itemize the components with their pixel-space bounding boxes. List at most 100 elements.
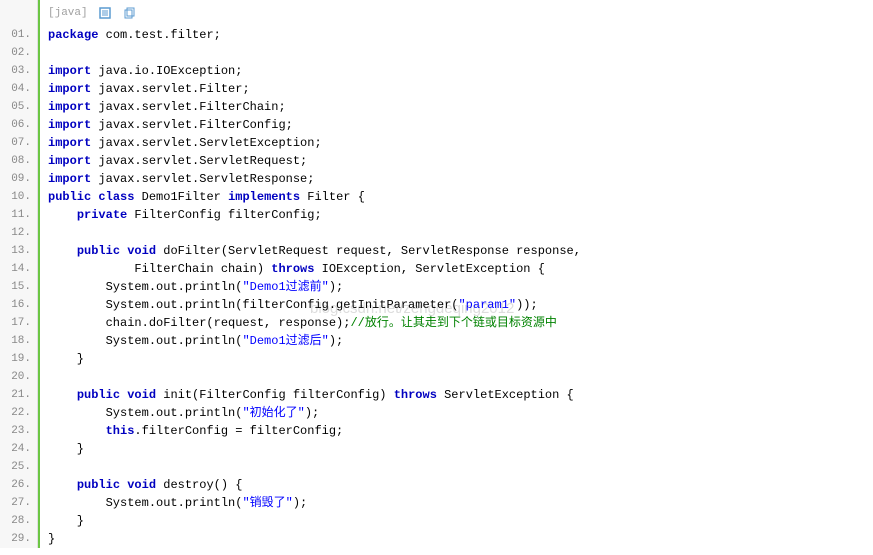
- keyword: void: [127, 244, 156, 258]
- code-text: Demo1Filter: [134, 190, 228, 204]
- code-text: }: [48, 352, 84, 366]
- code-line: FilterChain chain) throws IOException, S…: [48, 260, 873, 278]
- code-line: System.out.println("销毁了");: [48, 494, 873, 512]
- line-number: 10.: [0, 188, 37, 206]
- line-number: 16.: [0, 296, 37, 314]
- string-literal: "Demo1过滤前": [242, 280, 328, 294]
- code-text: destroy() {: [156, 478, 242, 492]
- code-text: ));: [516, 298, 538, 312]
- line-number: 23.: [0, 422, 37, 440]
- code-text: );: [305, 406, 319, 420]
- code-line: import javax.servlet.ServletRequest;: [48, 152, 873, 170]
- keyword: public: [48, 190, 91, 204]
- code-text: javax.servlet.FilterChain;: [91, 100, 285, 114]
- string-literal: "Demo1过滤后": [242, 334, 328, 348]
- code-line: }: [48, 440, 873, 458]
- keyword: class: [98, 190, 134, 204]
- code-line: public void init(FilterConfig filterConf…: [48, 386, 873, 404]
- code-text: java.io.IOException;: [91, 64, 242, 78]
- copy-icon[interactable]: [122, 6, 136, 20]
- code-line: System.out.println("初始化了");: [48, 404, 873, 422]
- keyword: void: [127, 478, 156, 492]
- line-number: 24.: [0, 440, 37, 458]
- line-number: 11.: [0, 206, 37, 224]
- line-number: 07.: [0, 134, 37, 152]
- line-number: 12.: [0, 224, 37, 242]
- line-number: 26.: [0, 476, 37, 494]
- code-line: }: [48, 350, 873, 368]
- keyword: public: [77, 244, 120, 258]
- code-text: [48, 424, 106, 438]
- code-text: System.out.println(: [48, 280, 242, 294]
- line-number: 01.: [0, 26, 37, 44]
- code-area: [java] blog.csdn.net/zengdeqing2012 pack…: [38, 0, 873, 548]
- code-text: [48, 388, 77, 402]
- code-line: this.filterConfig = filterConfig;: [48, 422, 873, 440]
- code-line: import java.io.IOException;: [48, 62, 873, 80]
- code-line: chain.doFilter(request, response);//放行。让…: [48, 314, 873, 332]
- code-text: .filterConfig = filterConfig;: [134, 424, 343, 438]
- code-text: [48, 244, 77, 258]
- comment: //放行。让其走到下个链或目标资源中: [350, 316, 556, 330]
- code-text: );: [293, 496, 307, 510]
- code-line: import javax.servlet.FilterChain;: [48, 98, 873, 116]
- line-number-gutter: 01. 02. 03. 04. 05. 06. 07. 08. 09. 10. …: [0, 0, 38, 548]
- line-number: 25.: [0, 458, 37, 476]
- keyword: import: [48, 100, 91, 114]
- code-text: FilterConfig filterConfig;: [127, 208, 321, 222]
- code-text: IOException, ServletException {: [314, 262, 544, 276]
- code-toolbar: [java]: [40, 0, 873, 26]
- line-number: 14.: [0, 260, 37, 278]
- code-text: doFilter(ServletRequest request, Servlet…: [156, 244, 581, 258]
- keyword: import: [48, 172, 91, 186]
- code-text: System.out.println(filterConfig.getInitP…: [48, 298, 458, 312]
- code-line: [48, 44, 873, 62]
- code-line: import javax.servlet.ServletException;: [48, 134, 873, 152]
- code-text: javax.servlet.ServletResponse;: [91, 172, 314, 186]
- code-text: Filter {: [300, 190, 365, 204]
- keyword: import: [48, 136, 91, 150]
- line-number: 20.: [0, 368, 37, 386]
- keyword: public: [77, 388, 120, 402]
- keyword: this: [106, 424, 135, 438]
- keyword: import: [48, 154, 91, 168]
- code-line: System.out.println("Demo1过滤前");: [48, 278, 873, 296]
- code-text: FilterChain chain): [48, 262, 271, 276]
- keyword: implements: [228, 190, 300, 204]
- code-text: javax.servlet.ServletException;: [91, 136, 321, 150]
- code-text: com.test.filter;: [98, 28, 220, 42]
- line-number: 28.: [0, 512, 37, 530]
- view-plain-icon[interactable]: [98, 6, 112, 20]
- line-number: 09.: [0, 170, 37, 188]
- string-literal: "param1": [458, 298, 516, 312]
- code-line: private FilterConfig filterConfig;: [48, 206, 873, 224]
- keyword: throws: [271, 262, 314, 276]
- code-text: init(FilterConfig filterConfig): [156, 388, 394, 402]
- line-number: 22.: [0, 404, 37, 422]
- line-number: 18.: [0, 332, 37, 350]
- line-number: 17.: [0, 314, 37, 332]
- keyword: public: [77, 478, 120, 492]
- line-number: 08.: [0, 152, 37, 170]
- code-text: ServletException {: [437, 388, 574, 402]
- code-line: [48, 224, 873, 242]
- line-number: 05.: [0, 98, 37, 116]
- keyword: throws: [394, 388, 437, 402]
- line-number: 29.: [0, 530, 37, 548]
- code-lines: package com.test.filter; import java.io.…: [40, 26, 873, 548]
- keyword: private: [77, 208, 127, 222]
- code-line: import javax.servlet.Filter;: [48, 80, 873, 98]
- line-number: 13.: [0, 242, 37, 260]
- code-text: }: [48, 532, 55, 546]
- line-number: 27.: [0, 494, 37, 512]
- code-text: }: [48, 442, 84, 456]
- code-text: System.out.println(: [48, 496, 242, 510]
- code-text: );: [329, 334, 343, 348]
- code-line: import javax.servlet.FilterConfig;: [48, 116, 873, 134]
- code-line: [48, 368, 873, 386]
- line-number: 03.: [0, 62, 37, 80]
- code-line: [48, 458, 873, 476]
- code-line: System.out.println("Demo1过滤后");: [48, 332, 873, 350]
- line-number: 04.: [0, 80, 37, 98]
- code-line: package com.test.filter;: [48, 26, 873, 44]
